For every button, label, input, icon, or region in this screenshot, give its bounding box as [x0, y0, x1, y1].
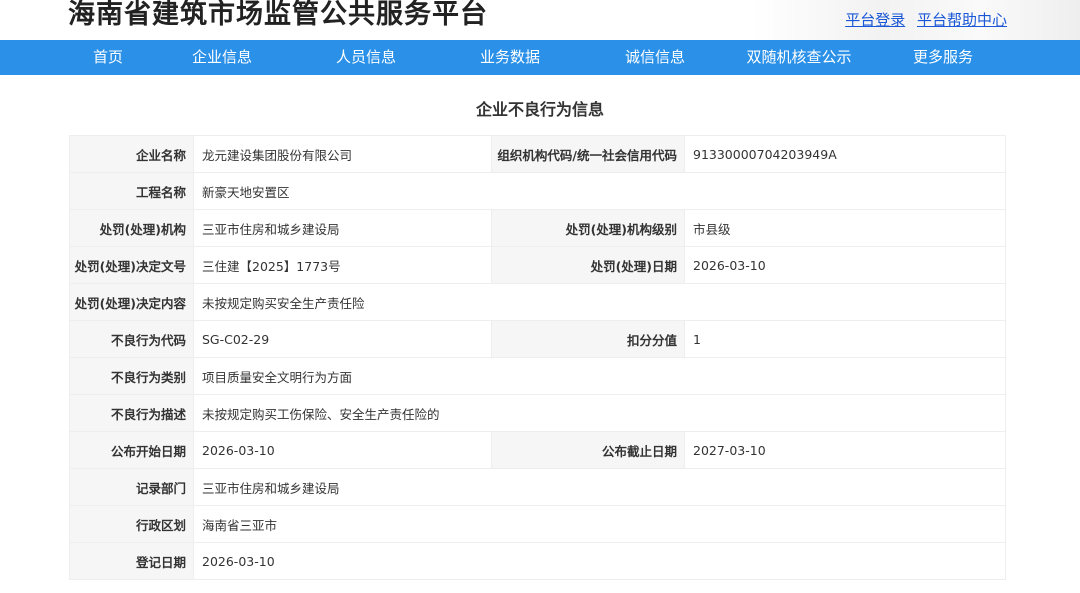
publish-end-label: 公布截止日期 [491, 431, 685, 469]
decision-no-value: 三住建【2025】1773号 [193, 246, 492, 284]
penalty-org-level-value: 市县级 [684, 209, 1006, 247]
table-row: 登记日期 2026-03-10 [69, 542, 1006, 580]
main-nav: 首页 企业信息 人员信息 业务数据 诚信信息 双随机核查公示 更多服务 [0, 40, 1080, 75]
decision-no-label: 处罚(处理)决定文号 [69, 246, 194, 284]
register-date-value: 2026-03-10 [193, 542, 1006, 580]
behavior-category-value: 项目质量安全文明行为方面 [193, 357, 1006, 395]
nav-item-business-data[interactable]: 业务数据 [480, 40, 540, 75]
table-row: 企业名称 龙元建设集团股份有限公司 组织机构代码/统一社会信用代码 913300… [69, 135, 1006, 173]
decision-content-label: 处罚(处理)决定内容 [69, 283, 194, 321]
deduction-label: 扣分分值 [491, 320, 685, 358]
org-code-label: 组织机构代码/统一社会信用代码 [491, 135, 685, 173]
register-date-label: 登记日期 [69, 542, 194, 580]
bad-behavior-info-table: 企业名称 龙元建设集团股份有限公司 组织机构代码/统一社会信用代码 913300… [69, 135, 1006, 580]
publish-start-value: 2026-03-10 [193, 431, 492, 469]
table-row: 记录部门 三亚市住房和城乡建设局 [69, 468, 1006, 506]
nav-item-enterprise-info[interactable]: 企业信息 [192, 40, 252, 75]
table-row: 不良行为代码 SG-C02-29 扣分分值 1 [69, 320, 1006, 358]
penalty-date-value: 2026-03-10 [684, 246, 1006, 284]
behavior-code-label: 不良行为代码 [69, 320, 194, 358]
region-value: 海南省三亚市 [193, 505, 1006, 543]
nav-item-credit-info[interactable]: 诚信信息 [625, 40, 685, 75]
project-name-value: 新豪天地安置区 [193, 172, 1006, 210]
table-row: 不良行为类别 项目质量安全文明行为方面 [69, 357, 1006, 395]
penalty-org-level-label: 处罚(处理)机构级别 [491, 209, 685, 247]
table-row: 处罚(处理)机构 三亚市住房和城乡建设局 处罚(处理)机构级别 市县级 [69, 209, 1006, 247]
table-row: 工程名称 新豪天地安置区 [69, 172, 1006, 210]
nav-item-more-services[interactable]: 更多服务 [913, 40, 973, 75]
top-links: 平台登录 平台帮助中心 [838, 9, 1007, 30]
table-row: 处罚(处理)决定文号 三住建【2025】1773号 处罚(处理)日期 2026-… [69, 246, 1006, 284]
region-label: 行政区划 [69, 505, 194, 543]
deduction-value: 1 [684, 320, 1006, 358]
site-header: 海南省建筑市场监管公共服务平台 平台登录 平台帮助中心 [0, 0, 1080, 40]
table-row: 不良行为描述 未按规定购买工伤保险、安全生产责任险的 [69, 394, 1006, 432]
penalty-org-value: 三亚市住房和城乡建设局 [193, 209, 492, 247]
table-row: 公布开始日期 2026-03-10 公布截止日期 2027-03-10 [69, 431, 1006, 469]
table-row: 处罚(处理)决定内容 未按规定购买安全生产责任险 [69, 283, 1006, 321]
penalty-org-label: 处罚(处理)机构 [69, 209, 194, 247]
company-name-label: 企业名称 [69, 135, 194, 173]
behavior-category-label: 不良行为类别 [69, 357, 194, 395]
nav-item-personnel-info[interactable]: 人员信息 [336, 40, 396, 75]
company-name-value: 龙元建设集团股份有限公司 [193, 135, 492, 173]
login-link[interactable]: 平台登录 [845, 11, 905, 29]
nav-item-random-inspection[interactable]: 双随机核查公示 [746, 40, 851, 75]
page-title: 企业不良行为信息 [475, 100, 604, 119]
behavior-code-value: SG-C02-29 [193, 320, 492, 358]
behavior-desc-value: 未按规定购买工伤保险、安全生产责任险的 [193, 394, 1006, 432]
publish-end-value: 2027-03-10 [684, 431, 1006, 469]
behavior-desc-label: 不良行为描述 [69, 394, 194, 432]
help-center-link[interactable]: 平台帮助中心 [917, 11, 1007, 29]
site-title: 海南省建筑市场监管公共服务平台 [68, 0, 488, 30]
penalty-date-label: 处罚(处理)日期 [491, 246, 685, 284]
record-dept-value: 三亚市住房和城乡建设局 [193, 468, 1006, 506]
decision-content-value: 未按规定购买安全生产责任险 [193, 283, 1006, 321]
table-row: 行政区划 海南省三亚市 [69, 505, 1006, 543]
nav-item-home[interactable]: 首页 [93, 40, 123, 75]
publish-start-label: 公布开始日期 [69, 431, 194, 469]
project-name-label: 工程名称 [69, 172, 194, 210]
record-dept-label: 记录部门 [69, 468, 194, 506]
org-code-value: 91330000704203949A [684, 135, 1006, 173]
